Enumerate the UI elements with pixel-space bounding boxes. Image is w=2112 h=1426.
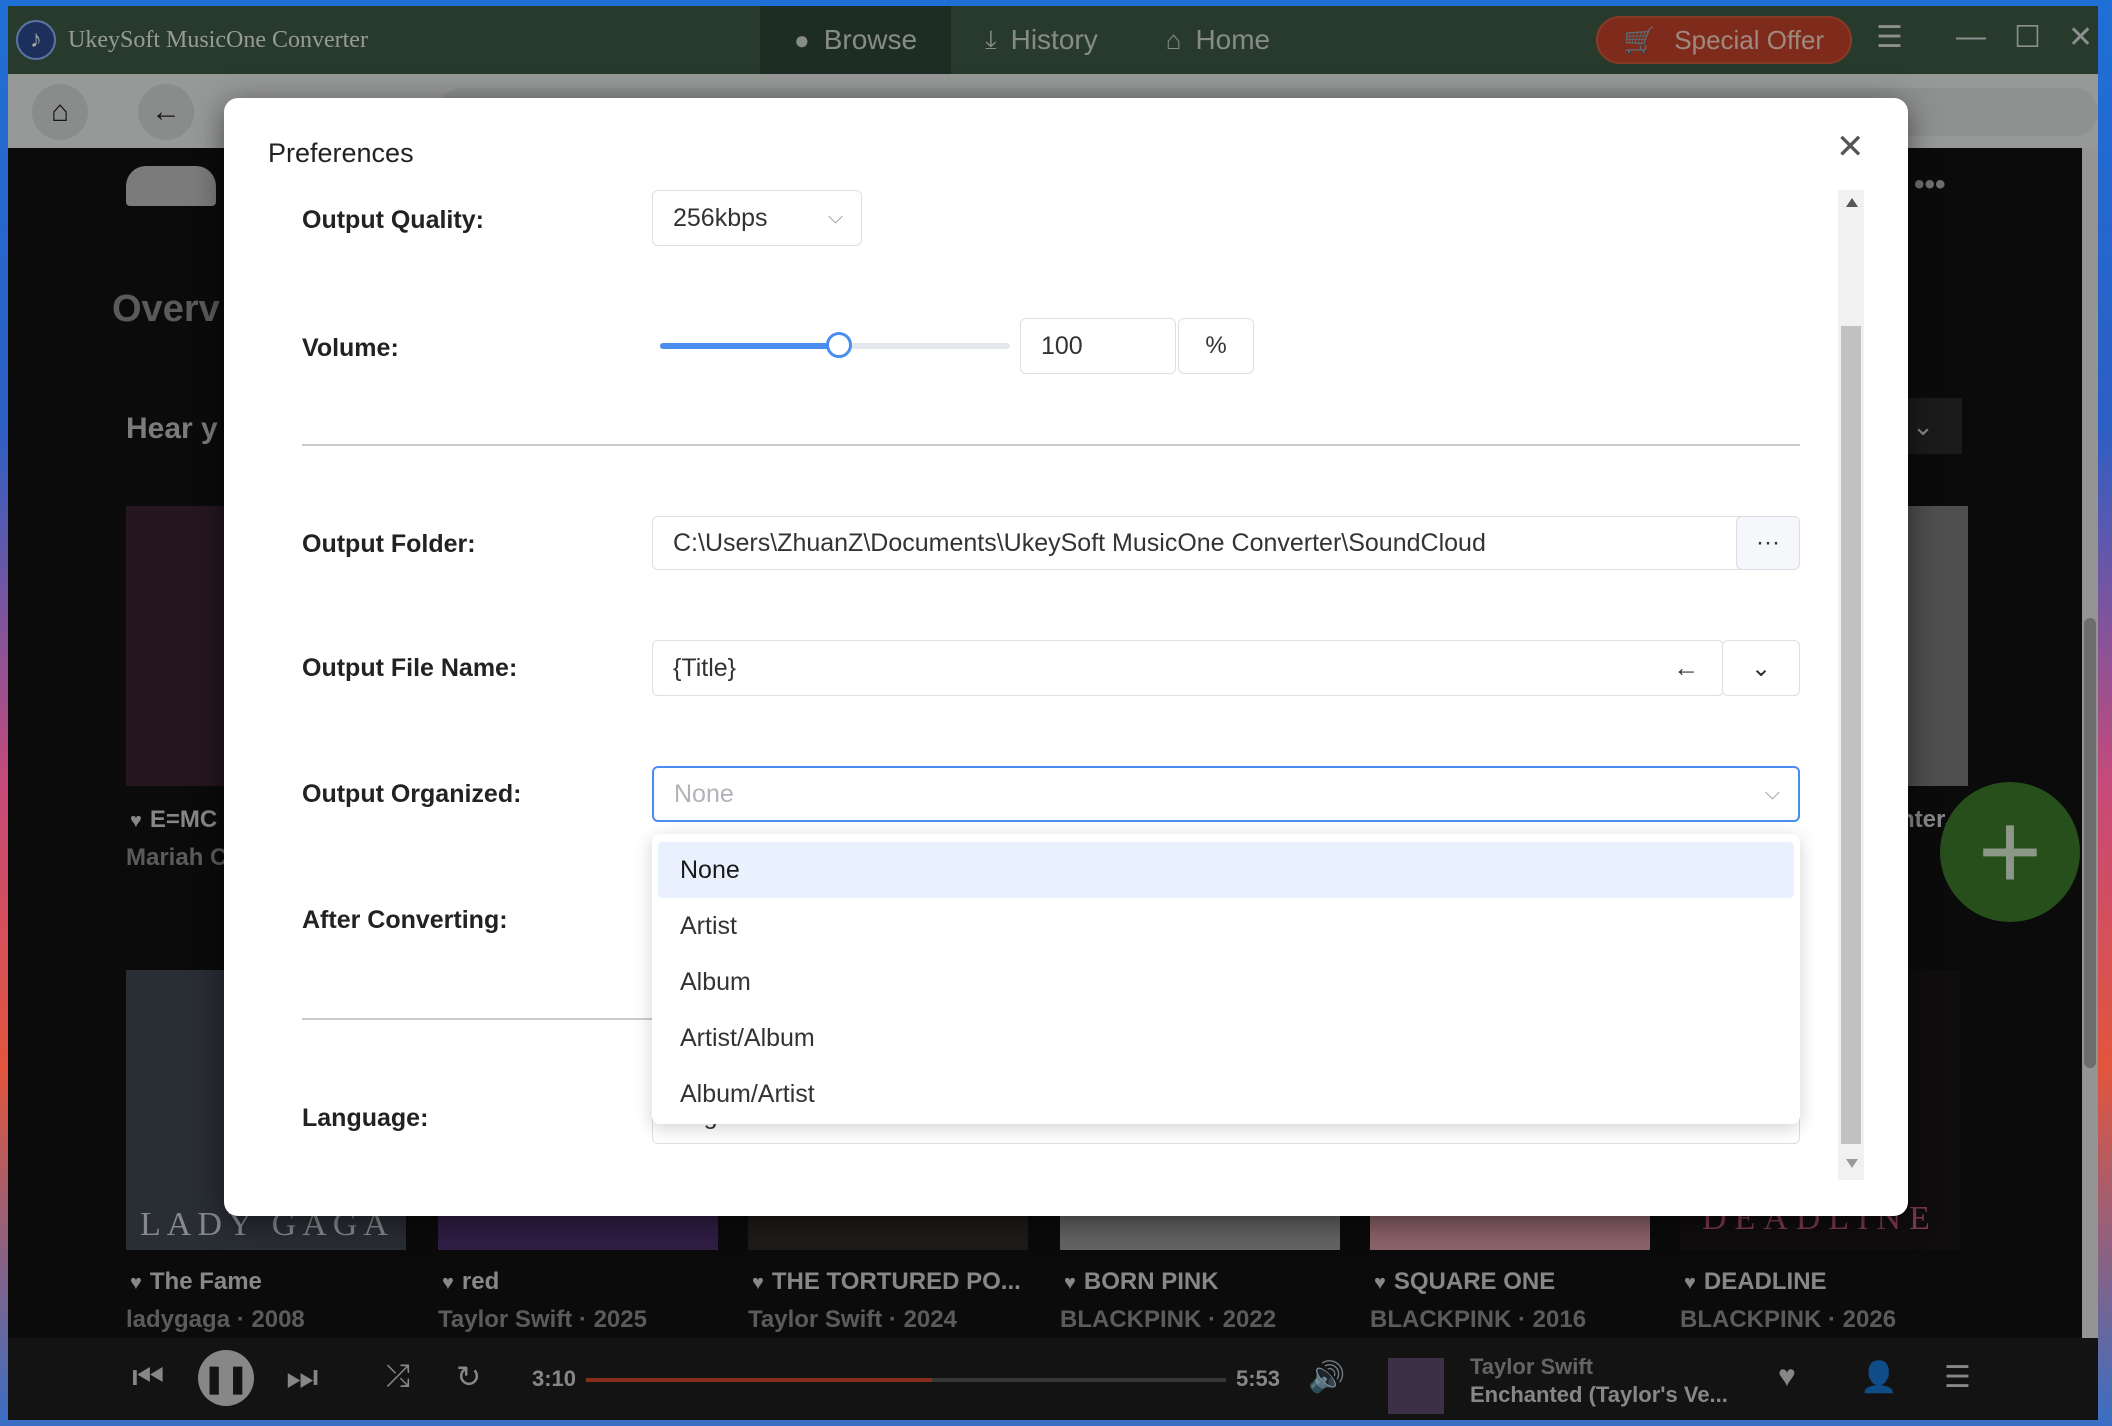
- output-folder-label: Output Folder:: [302, 530, 476, 558]
- dropdown-option-album-artist[interactable]: Album/Artist: [658, 1066, 1794, 1122]
- dialog-title: Preferences: [268, 138, 414, 168]
- output-quality-label: Output Quality:: [302, 206, 484, 234]
- volume-input[interactable]: 100: [1020, 318, 1176, 374]
- output-quality-value: 256kbps: [673, 203, 768, 232]
- output-folder-value: C:\Users\ZhuanZ\Documents\UkeySoft Music…: [673, 528, 1486, 557]
- close-dialog-icon[interactable]: ✕: [1836, 130, 1865, 164]
- output-file-name-label: Output File Name:: [302, 654, 518, 682]
- chevron-down-icon: ⌵: [1764, 782, 1780, 805]
- file-name-tags-dropdown[interactable]: ⌄: [1722, 640, 1800, 696]
- volume-unit-label: %: [1205, 332, 1227, 359]
- output-organized-label: Output Organized:: [302, 780, 522, 808]
- dropdown-option-album[interactable]: Album: [658, 954, 1794, 1010]
- output-organized-placeholder: None: [674, 779, 734, 808]
- volume-slider-handle[interactable]: [826, 332, 852, 358]
- arrow-left-icon[interactable]: ←: [1673, 653, 1699, 684]
- output-organized-select[interactable]: None ⌵: [652, 766, 1800, 822]
- scroll-up-icon[interactable]: [1846, 198, 1858, 207]
- volume-slider-fill: [660, 343, 835, 349]
- scroll-down-icon[interactable]: [1846, 1159, 1858, 1168]
- more-icon: ···: [1756, 529, 1780, 556]
- output-organized-dropdown: None Artist Album Artist/Album Album/Art…: [652, 834, 1800, 1124]
- language-label: Language:: [302, 1104, 429, 1132]
- output-folder-input[interactable]: C:\Users\ZhuanZ\Documents\UkeySoft Music…: [652, 516, 1752, 570]
- output-file-name-input[interactable]: {Title} ←: [652, 640, 1724, 696]
- volume-value: 100: [1041, 331, 1083, 360]
- dialog-scrollbar-thumb[interactable]: [1841, 326, 1861, 1144]
- preferences-dialog: Preferences ✕ Output Quality: 256kbps ⌵ …: [224, 98, 1908, 1216]
- volume-unit: %: [1178, 318, 1254, 374]
- section-divider: [302, 444, 1800, 446]
- chevron-down-icon: ⌵: [827, 206, 843, 229]
- after-converting-label: After Converting:: [302, 906, 508, 934]
- browse-folder-button[interactable]: ···: [1736, 516, 1800, 570]
- app-window: ♪ UkeySoft MusicOne Converter ● Browse ⤓…: [8, 6, 2098, 1420]
- dropdown-option-artist[interactable]: Artist: [658, 898, 1794, 954]
- chevron-down-icon: ⌄: [1750, 654, 1772, 682]
- output-quality-select[interactable]: 256kbps ⌵: [652, 190, 862, 246]
- output-file-name-value: {Title}: [673, 653, 737, 682]
- dialog-scrollbar[interactable]: [1838, 190, 1864, 1180]
- volume-label: Volume:: [302, 334, 399, 362]
- dropdown-option-none[interactable]: None: [658, 842, 1794, 898]
- dropdown-option-artist-album[interactable]: Artist/Album: [658, 1010, 1794, 1066]
